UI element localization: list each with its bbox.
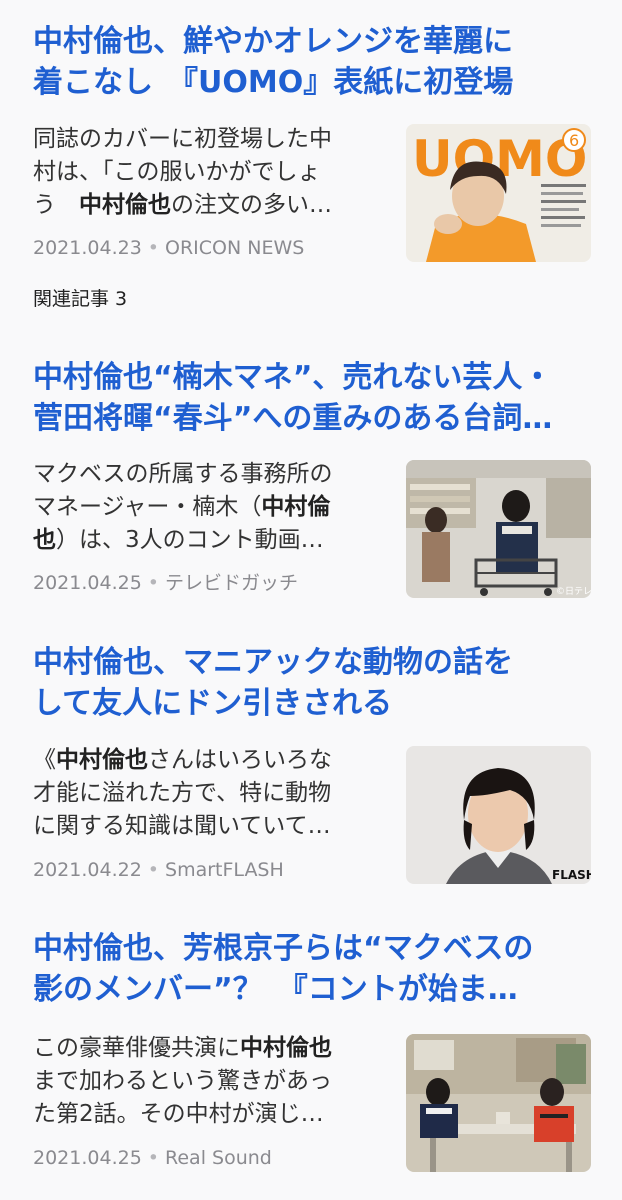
title-line: 中村倫也、鮮やかオレンジを華麗に	[33, 24, 513, 59]
article-date: 2021.04.23	[33, 237, 142, 259]
article-card[interactable]: 中村倫也、鮮やかオレンジを華麗に 着こなし 『UOMO』表紙に初登場 同誌のカバ…	[0, 0, 622, 270]
portrait-image: FLASH	[406, 746, 591, 884]
room-scene-image	[406, 1034, 591, 1172]
snippet-text: 村は、「この服いかがでしょ	[33, 159, 321, 185]
snippet-line: 也）は、3人のコント動画…	[33, 524, 393, 557]
article-thumbnail[interactable]: FLASH	[406, 746, 591, 884]
title-line: 中村倫也“楠木マネ”、売れない芸人・	[33, 360, 553, 395]
article-source: SmartFLASH	[165, 859, 284, 881]
highlighted-keyword: 中村倫	[261, 494, 331, 520]
flash-watermark: FLASH	[552, 868, 591, 882]
article-card[interactable]: 中村倫也、芳根京子らは“マクベスの 影のメンバー”？ 『コントが始ま… この豪華…	[0, 910, 622, 1200]
highlighted-keyword: 中村倫也	[79, 192, 171, 218]
highlighted-keyword: 中村倫也	[56, 747, 148, 773]
article-source: ORICON NEWS	[165, 237, 305, 259]
svg-text:6: 6	[569, 131, 579, 150]
title-line: 着こなし 『UOMO』表紙に初登場	[33, 65, 514, 100]
snippet-text: の注文の多い…	[171, 192, 332, 218]
article-source: テレビドガッチ	[165, 572, 299, 594]
separator-dot: •	[147, 237, 160, 259]
snippet-line: マクベスの所属する事務所の	[33, 458, 393, 491]
snippet-line: 同誌のカバーに初登場した中	[33, 123, 393, 156]
article-card[interactable]: 中村倫也、マニアックな動物の話を して友人にドン引きされる 《中村倫也さんはいろ…	[0, 620, 622, 900]
snippet-line: 《中村倫也さんはいろいろな	[33, 744, 393, 777]
snippet-text: まで加わるという驚きがあっ	[33, 1068, 332, 1094]
snippet-text: う	[33, 192, 79, 218]
article-thumbnail[interactable]	[406, 1034, 591, 1172]
article-meta: 2021.04.23 • ORICON NEWS	[33, 235, 393, 261]
article-meta: 2021.04.22 • SmartFLASH	[33, 857, 393, 883]
snippet-text: ）は、3人のコント動画…	[56, 527, 324, 553]
magazine-cover-image: UOMO 6	[406, 124, 591, 262]
article-meta: 2021.04.25 • テレビドガッチ	[33, 570, 393, 596]
snippet-text: 同誌のカバーに初登場した中	[33, 126, 332, 152]
article-title[interactable]: 中村倫也、鮮やかオレンジを華麗に 着こなし 『UOMO』表紙に初登場	[33, 21, 593, 103]
article-snippet: 同誌のカバーに初登場した中 村は、「この服いかがでしょう 中村倫也の注文の多い…	[33, 123, 393, 222]
title-line: 菅田将暉“春斗”への重みのある台詞…	[33, 401, 553, 436]
snippet-text: この豪華俳優共演に	[33, 1035, 240, 1061]
snippet-text: に関する知識は聞いていて…	[33, 813, 331, 839]
separator-dot: •	[147, 572, 160, 594]
title-line: 中村倫也、芳根京子らは“マクベスの	[33, 931, 534, 966]
copyright-watermark: ©日テレ	[556, 586, 591, 597]
snippet-line: この豪華俳優共演に中村倫也	[33, 1032, 393, 1065]
article-thumbnail[interactable]: UOMO 6	[406, 124, 591, 262]
article-title[interactable]: 中村倫也、芳根京子らは“マクベスの 影のメンバー”？ 『コントが始ま…	[33, 928, 593, 1010]
highlighted-keyword: 中村倫也	[240, 1035, 332, 1061]
snippet-line: 村は、「この服いかがでしょ	[33, 156, 393, 189]
news-feed: 中村倫也、鮮やかオレンジを華麗に 着こなし 『UOMO』表紙に初登場 同誌のカバ…	[0, 0, 622, 1200]
snippet-text: マクベスの所属する事務所の	[33, 461, 333, 487]
snippet-text: 才能に溢れた方で、特に動物	[33, 780, 332, 806]
snippet-line: に関する知識は聞いていて…	[33, 810, 393, 843]
article-snippet: マクベスの所属する事務所の マネージャー・楠木（中村倫 也）は、3人のコント動画…	[33, 458, 393, 557]
snippet-line: う 中村倫也の注文の多い…	[33, 189, 393, 222]
related-articles-link[interactable]: 関連記事 3	[33, 286, 127, 312]
snippet-text: さんはいろいろな	[148, 747, 332, 773]
article-date: 2021.04.25	[33, 1147, 142, 1169]
title-line: して友人にドン引きされる	[33, 686, 393, 721]
article-title[interactable]: 中村倫也、マニアックな動物の話を して友人にドン引きされる	[33, 642, 593, 724]
title-line: 中村倫也、マニアックな動物の話を	[33, 645, 513, 680]
snippet-line: 才能に溢れた方で、特に動物	[33, 777, 393, 810]
snippet-line: まで加わるという驚きがあっ	[33, 1065, 393, 1098]
highlighted-keyword: 也	[33, 527, 56, 553]
article-date: 2021.04.25	[33, 572, 142, 594]
snippet-line: た第2話。その中村が演じ…	[33, 1098, 393, 1131]
article-snippet: 《中村倫也さんはいろいろな才能に溢れた方で、特に動物 に関する知識は聞いていて…	[33, 744, 393, 843]
article-meta: 2021.04.25 • Real Sound	[33, 1145, 393, 1171]
article-snippet: この豪華俳優共演に中村倫也まで加わるという驚きがあっ た第2話。その中村が演じ…	[33, 1032, 393, 1131]
article-title[interactable]: 中村倫也“楠木マネ”、売れない芸人・ 菅田将暉“春斗”への重みのある台詞…	[33, 357, 593, 439]
separator-dot: •	[147, 1147, 160, 1169]
title-line: 影のメンバー”？ 『コントが始ま…	[33, 972, 518, 1007]
snippet-text: た第2話。その中村が演じ…	[33, 1101, 324, 1127]
snippet-line: マネージャー・楠木（中村倫	[33, 491, 393, 524]
separator-dot: •	[147, 859, 160, 881]
supermarket-scene-image: ©日テレ	[406, 460, 591, 598]
article-date: 2021.04.22	[33, 859, 142, 881]
article-thumbnail[interactable]: ©日テレ	[406, 460, 591, 598]
snippet-text: 《	[33, 747, 56, 773]
article-source: Real Sound	[165, 1147, 272, 1169]
article-card[interactable]: 中村倫也“楠木マネ”、売れない芸人・ 菅田将暉“春斗”への重みのある台詞… マク…	[0, 330, 622, 610]
snippet-text: マネージャー・楠木（	[33, 494, 262, 520]
